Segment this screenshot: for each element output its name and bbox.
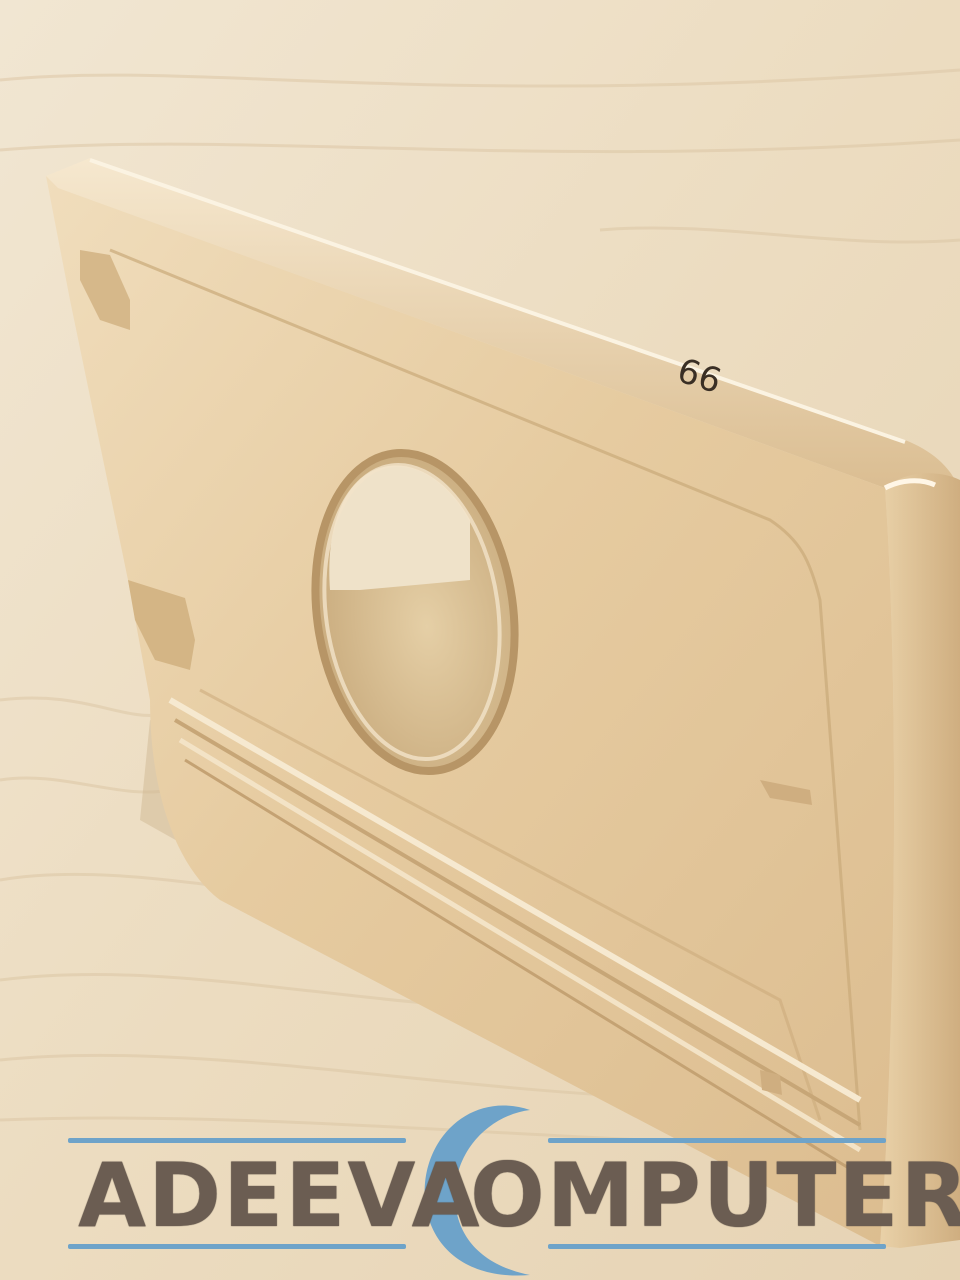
- watermark-left-word: ADEEVA: [78, 1144, 482, 1247]
- logo-rule-top-left: [68, 1138, 406, 1143]
- logo-rule-top-right: [548, 1138, 886, 1143]
- product-photo: 66: [0, 0, 960, 1280]
- watermark-right-word: OMPUTER: [470, 1144, 960, 1247]
